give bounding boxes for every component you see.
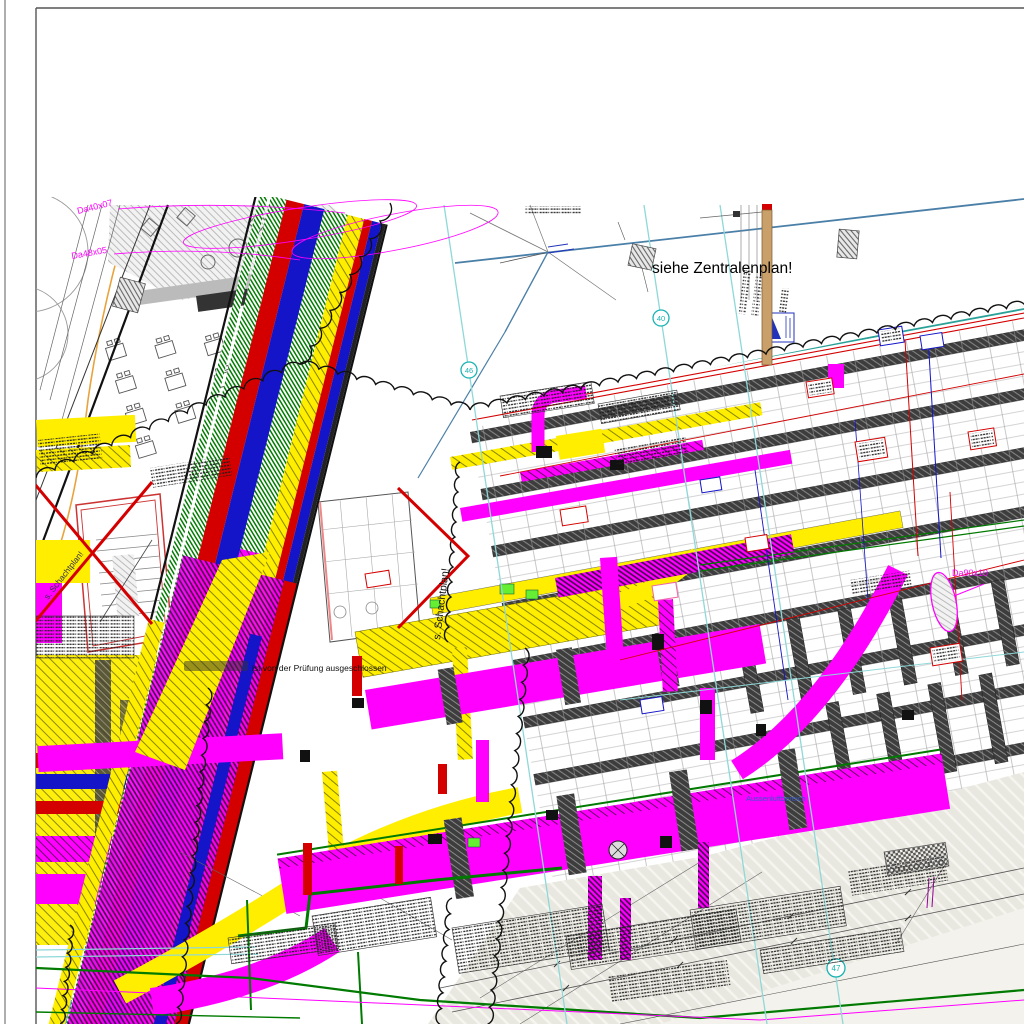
bored-pile-column bbox=[762, 204, 772, 365]
note-pruefung: ist von der Prüfung ausgeschlossen bbox=[252, 663, 387, 673]
detail-symbol-box bbox=[769, 313, 794, 342]
plan-canvas: 46 40 47 bbox=[0, 0, 1024, 1024]
note-zentralenplan: siehe Zentralenplan! bbox=[652, 260, 792, 277]
grid-marker-number: 46 bbox=[465, 366, 473, 375]
site-plan-drawing: 46 40 47 bbox=[0, 190, 1024, 1024]
pipe-label-da40: Da40x07 bbox=[76, 198, 113, 216]
pipe-label-da90: Da90x10 bbox=[952, 568, 988, 578]
grid-marker-number: 40 bbox=[657, 314, 665, 323]
grid-marker-number: 47 bbox=[832, 964, 841, 973]
plan-viewer: 46 40 47 bbox=[0, 0, 1024, 1024]
illegible-text-bar bbox=[184, 661, 248, 671]
note-aussenluft: Aussenluftbereich bbox=[746, 794, 806, 803]
pipe-label-da48: Da48x05 bbox=[71, 245, 108, 261]
